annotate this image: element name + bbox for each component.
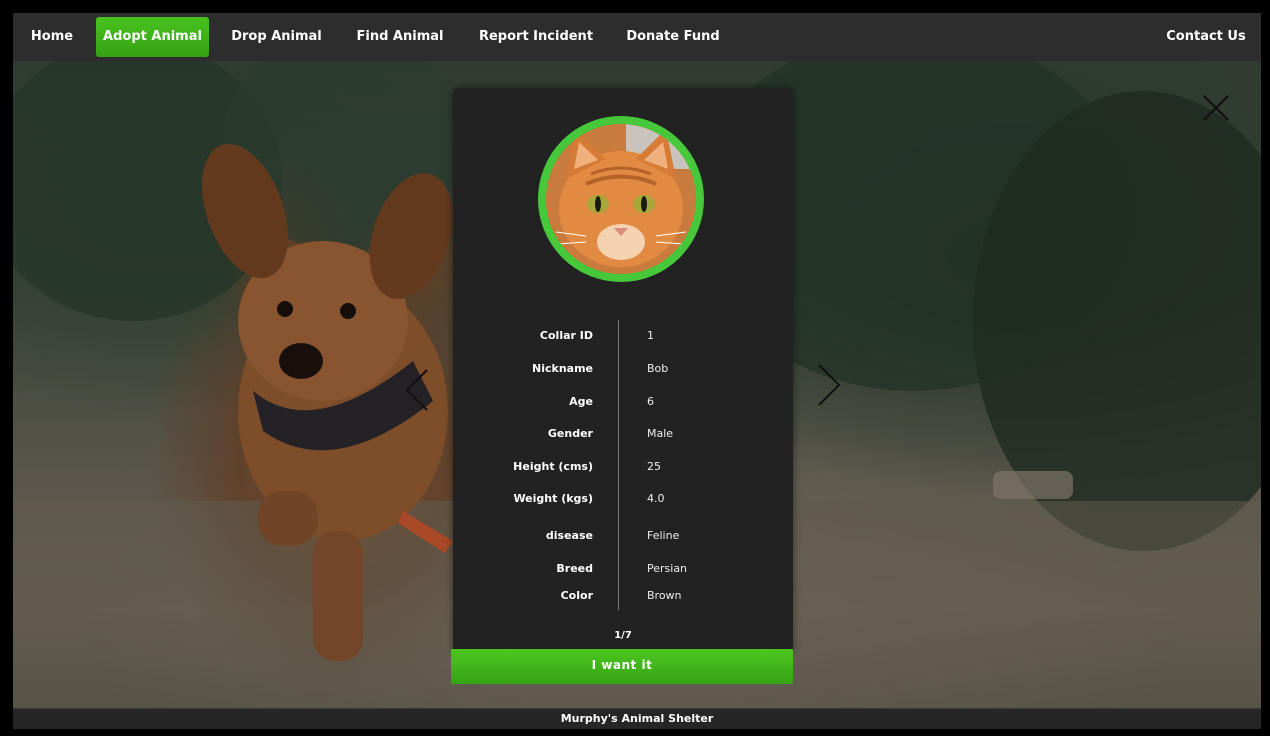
field-value-breed: Persian <box>647 562 688 575</box>
pager-indicator: 1/7 <box>614 630 632 641</box>
field-label-disease: disease <box>545 529 593 542</box>
nav-adopt-animal[interactable]: Adopt Animal <box>96 17 209 57</box>
chevron-right-icon[interactable] <box>813 363 843 407</box>
field-label-weight: Weight (kgs) <box>513 492 593 505</box>
animal-card: Collar ID 1 Nickname Bob Age 6 Gender Ma… <box>453 88 793 653</box>
field-value-color: Brown <box>647 589 682 602</box>
nav-donate-fund[interactable]: Donate Fund <box>619 17 727 57</box>
app-window: Home Adopt Animal Drop Animal Find Anima… <box>13 13 1261 729</box>
field-value-gender: Male <box>647 427 674 440</box>
animal-photo <box>538 116 704 282</box>
nav-drop-animal[interactable]: Drop Animal <box>223 17 330 57</box>
field-label-gender: Gender <box>547 427 593 440</box>
field-label-collar-id: Collar ID <box>539 329 593 342</box>
chevron-left-icon[interactable] <box>403 368 433 412</box>
field-label-color: Color <box>560 589 593 602</box>
field-value-nickname: Bob <box>647 362 669 375</box>
i-want-it-button[interactable]: I want it <box>451 649 793 684</box>
close-icon[interactable] <box>1201 93 1231 123</box>
field-label-breed: Breed <box>556 562 593 575</box>
field-value-weight: 4.0 <box>647 492 665 505</box>
field-value-disease: Feline <box>647 529 680 542</box>
field-value-height: 25 <box>647 460 661 473</box>
field-divider <box>618 320 619 610</box>
nav-contact-us[interactable]: Contact Us <box>1161 17 1251 57</box>
field-label-height: Height (cms) <box>513 460 593 473</box>
field-value-age: 6 <box>647 395 654 408</box>
nav-report-incident[interactable]: Report Incident <box>471 17 601 57</box>
field-value-collar-id: 1 <box>647 329 654 342</box>
field-label-nickname: Nickname <box>532 362 593 375</box>
footer: Murphy's Animal Shelter <box>13 708 1261 729</box>
navbar: Home Adopt Animal Drop Animal Find Anima… <box>13 13 1261 62</box>
nav-find-animal[interactable]: Find Animal <box>345 17 455 57</box>
field-label-age: Age <box>569 395 593 408</box>
screen-frame: Home Adopt Animal Drop Animal Find Anima… <box>0 0 1270 736</box>
nav-home[interactable]: Home <box>23 17 81 57</box>
